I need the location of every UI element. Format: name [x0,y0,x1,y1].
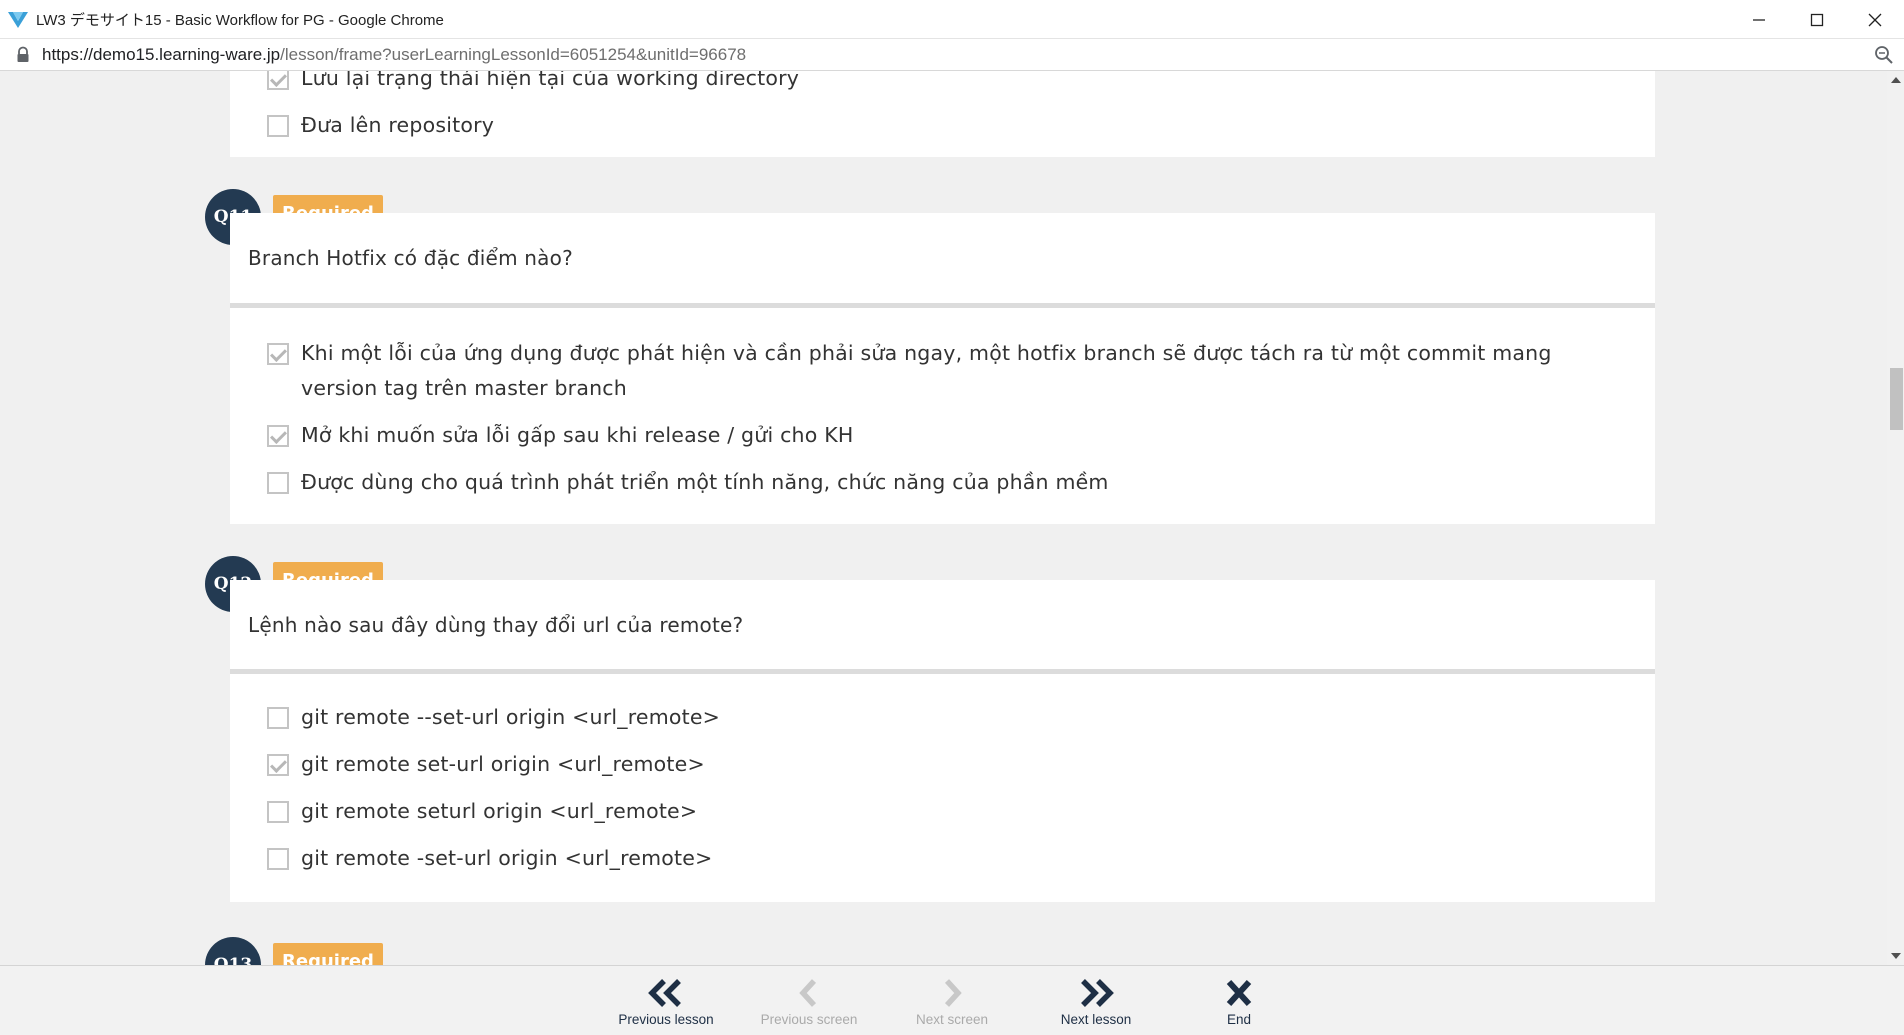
close-window-button[interactable] [1846,0,1904,39]
question-text: Branch Hotfix có đặc điểm nào? [248,246,573,270]
lesson-nav-bar: Previous lesson Previous screen Next scr… [0,965,1904,1035]
checkbox[interactable] [267,472,289,494]
option-label: Khi một lỗi của ứng dụng được phát hiện … [301,341,1552,400]
next-screen-button[interactable]: Next screen [887,966,1017,1035]
question-card-q10: Lưu lại trạng thái hiện tại của working … [230,71,1655,157]
end-label: End [1226,1012,1252,1027]
option-row[interactable]: git remote -set-url origin <url_remote> [267,841,1619,876]
previous-screen-label: Previous screen [760,1012,858,1027]
required-badge: Required [273,943,383,965]
option-row[interactable]: Mở khi muốn sửa lỗi gấp sau khi release … [267,418,1619,453]
close-x-icon [1226,979,1252,1007]
minimize-button[interactable] [1730,0,1788,39]
option-label: git remote --set-url origin <url_remote> [301,705,721,729]
window-titlebar: LW3 デモサイト15 - Basic Workflow for PG - Go… [0,0,1904,39]
next-lesson-label: Next lesson [1060,1012,1132,1027]
checkbox[interactable] [267,115,289,137]
close-icon [1868,13,1882,26]
option-label: Đưa lên repository [301,113,495,137]
next-lesson-button[interactable]: Next lesson [1031,966,1161,1035]
window-controls [1730,0,1904,39]
question-card-q11: Branch Hotfix có đặc điểm nào? Khi một l… [230,213,1655,524]
chevron-left-icon [799,979,817,1007]
option-row[interactable]: git remote seturl origin <url_remote> [267,794,1619,829]
maximize-icon [1810,13,1824,26]
option-label: git remote -set-url origin <url_remote> [301,846,713,870]
question-text: Lệnh nào sau đây dùng thay đổi url của r… [248,612,744,637]
url-path: /lesson/frame?userLearningLessonId=60512… [280,44,747,64]
scrollbar-thumb[interactable] [1890,368,1903,430]
address-bar[interactable]: https://demo15.learning-ware.jp/lesson/f… [0,39,1904,71]
option-row[interactable]: Được dùng cho quá trình phát triển một t… [267,465,1619,500]
chevron-right-icon [944,979,962,1007]
option-row[interactable]: git remote set-url origin <url_remote> [267,747,1619,782]
checkbox[interactable] [267,848,289,870]
previous-lesson-label: Previous lesson [618,1012,714,1027]
checkbox[interactable] [267,343,289,365]
previous-lesson-button[interactable]: Previous lesson [601,966,731,1035]
page-viewport: Lưu lại trạng thái hiện tại của working … [0,71,1904,965]
question-card-q12: Lệnh nào sau đây dùng thay đổi url của r… [230,580,1655,902]
lock-icon [17,46,29,62]
end-button[interactable]: End [1174,966,1304,1035]
url-host: https://demo15.learning-ware.jp [42,44,281,64]
page-scrollbar[interactable] [1887,71,1904,965]
option-label: Mở khi muốn sửa lỗi gấp sau khi release … [301,423,854,447]
url-text[interactable]: https://demo15.learning-ware.jp/lesson/f… [42,45,746,65]
checkbox[interactable] [267,425,289,447]
option-row[interactable]: Lưu lại trạng thái hiện tại của working … [267,71,1619,96]
minimize-icon [1753,18,1765,21]
double-chevron-left-icon [648,979,681,1007]
question-number: Q13 [205,937,261,965]
scroll-down-icon[interactable] [1891,953,1901,959]
scroll-up-icon[interactable] [1891,77,1901,83]
option-label: Lưu lại trạng thái hiện tại của working … [301,71,800,90]
option-row[interactable]: Đưa lên repository [267,108,1619,143]
option-label: git remote set-url origin <url_remote> [301,752,705,776]
checkbox[interactable] [267,754,289,776]
double-chevron-right-icon [1081,979,1114,1007]
option-row[interactable]: git remote --set-url origin <url_remote> [267,700,1619,735]
app-icon [8,12,28,28]
option-label: git remote seturl origin <url_remote> [301,799,698,823]
checkbox[interactable] [267,71,289,90]
option-row[interactable]: Khi một lỗi của ứng dụng được phát hiện … [267,336,1619,406]
next-screen-label: Next screen [915,1012,989,1027]
checkbox[interactable] [267,707,289,729]
previous-screen-button[interactable]: Previous screen [744,966,874,1035]
window-title: LW3 デモサイト15 - Basic Workflow for PG - Go… [36,11,444,29]
maximize-button[interactable] [1788,0,1846,39]
option-label: Được dùng cho quá trình phát triển một t… [301,470,1109,494]
checkbox[interactable] [267,801,289,823]
zoom-icon[interactable] [1874,45,1894,65]
